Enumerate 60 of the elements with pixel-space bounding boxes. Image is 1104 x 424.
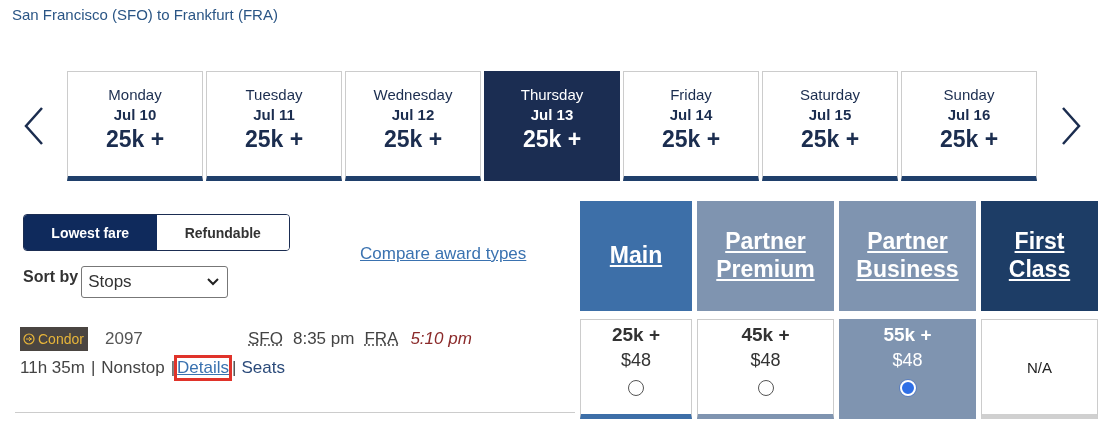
fee-price: $48 — [892, 350, 923, 371]
airline-logo: Condor — [20, 327, 88, 351]
fare-class-header[interactable]: Main — [580, 201, 692, 311]
date-tab[interactable]: Thursday Jul 13 25k + — [484, 71, 620, 181]
unavailable-label: N/A — [1027, 358, 1052, 376]
sort-dropdown[interactable]: Stops — [81, 266, 229, 298]
day-label: Monday — [108, 86, 162, 103]
miles-price: 25k + — [611, 324, 661, 346]
stops: Nonstop — [101, 358, 165, 378]
price-label: 25k + — [661, 126, 721, 153]
chevron-down-icon — [207, 278, 220, 286]
fee-price: $48 — [750, 350, 781, 371]
fare-cell[interactable]: 45k + $48 — [697, 319, 834, 419]
miles-price: 55k + — [883, 324, 932, 346]
compare-link[interactable]: Compare award types — [360, 244, 527, 264]
date-tab[interactable]: Friday Jul 14 25k + — [623, 71, 759, 181]
date-label: Jul 13 — [530, 106, 574, 123]
fare-cell[interactable]: 25k + $48 — [580, 319, 692, 419]
date-label: Jul 15 — [808, 106, 852, 123]
fee-price: $48 — [620, 350, 651, 371]
date-tab[interactable]: Sunday Jul 16 25k + — [901, 71, 1037, 181]
sort-label: Sort by — [23, 267, 79, 286]
seats-link[interactable]: Seats — [241, 358, 285, 378]
price-label: 25k + — [800, 126, 860, 153]
toggle-option[interactable]: Lowest fare — [24, 215, 157, 250]
separator: | — [170, 358, 176, 378]
date-label: Jul 11 — [253, 106, 295, 123]
airport-code: FRA — [364, 329, 399, 349]
price-label: 25k + — [105, 126, 165, 153]
miles-price: 45k + — [741, 324, 790, 346]
date-label: Jul 16 — [947, 106, 991, 123]
departure-time: 8:35 pm — [292, 329, 355, 349]
flight-number: 2097 — [105, 329, 144, 349]
route-title: San Francisco (SFO) to Frankfurt (FRA) — [11, 5, 279, 25]
date-label: Jul 12 — [391, 106, 435, 123]
day-label: Wednesday — [373, 86, 453, 103]
date-label: Jul 10 — [113, 106, 157, 123]
separator: | — [90, 358, 96, 378]
date-tab[interactable]: Wednesday Jul 12 25k + — [345, 71, 481, 181]
price-label: 25k + — [383, 126, 443, 153]
day-label: Tuesday — [245, 86, 303, 103]
radio-button[interactable] — [757, 380, 774, 396]
separator: | — [232, 358, 237, 378]
fare-class-header[interactable]: First Class — [981, 201, 1098, 311]
date-tab[interactable]: Tuesday Jul 11 25k + — [206, 71, 342, 181]
price-label: 25k + — [522, 126, 582, 153]
arrival-time: 5:10 pm — [410, 329, 472, 349]
radio-button[interactable] — [628, 380, 644, 396]
day-label: Sunday — [943, 86, 995, 103]
day-label: Thursday — [520, 86, 584, 103]
date-tab[interactable]: Saturday Jul 15 25k + — [762, 71, 898, 181]
price-label: 25k + — [939, 126, 999, 153]
airport-code: SFO — [248, 329, 283, 349]
duration: 11h 35m — [20, 358, 85, 378]
date-label: Jul 14 — [669, 106, 713, 123]
price-label: 25k + — [244, 126, 304, 153]
day-label: Saturday — [799, 86, 860, 103]
date-tab[interactable]: Monday Jul 10 25k + — [67, 71, 203, 181]
details-link[interactable]: Details — [177, 358, 230, 378]
day-label: Friday — [670, 86, 712, 103]
